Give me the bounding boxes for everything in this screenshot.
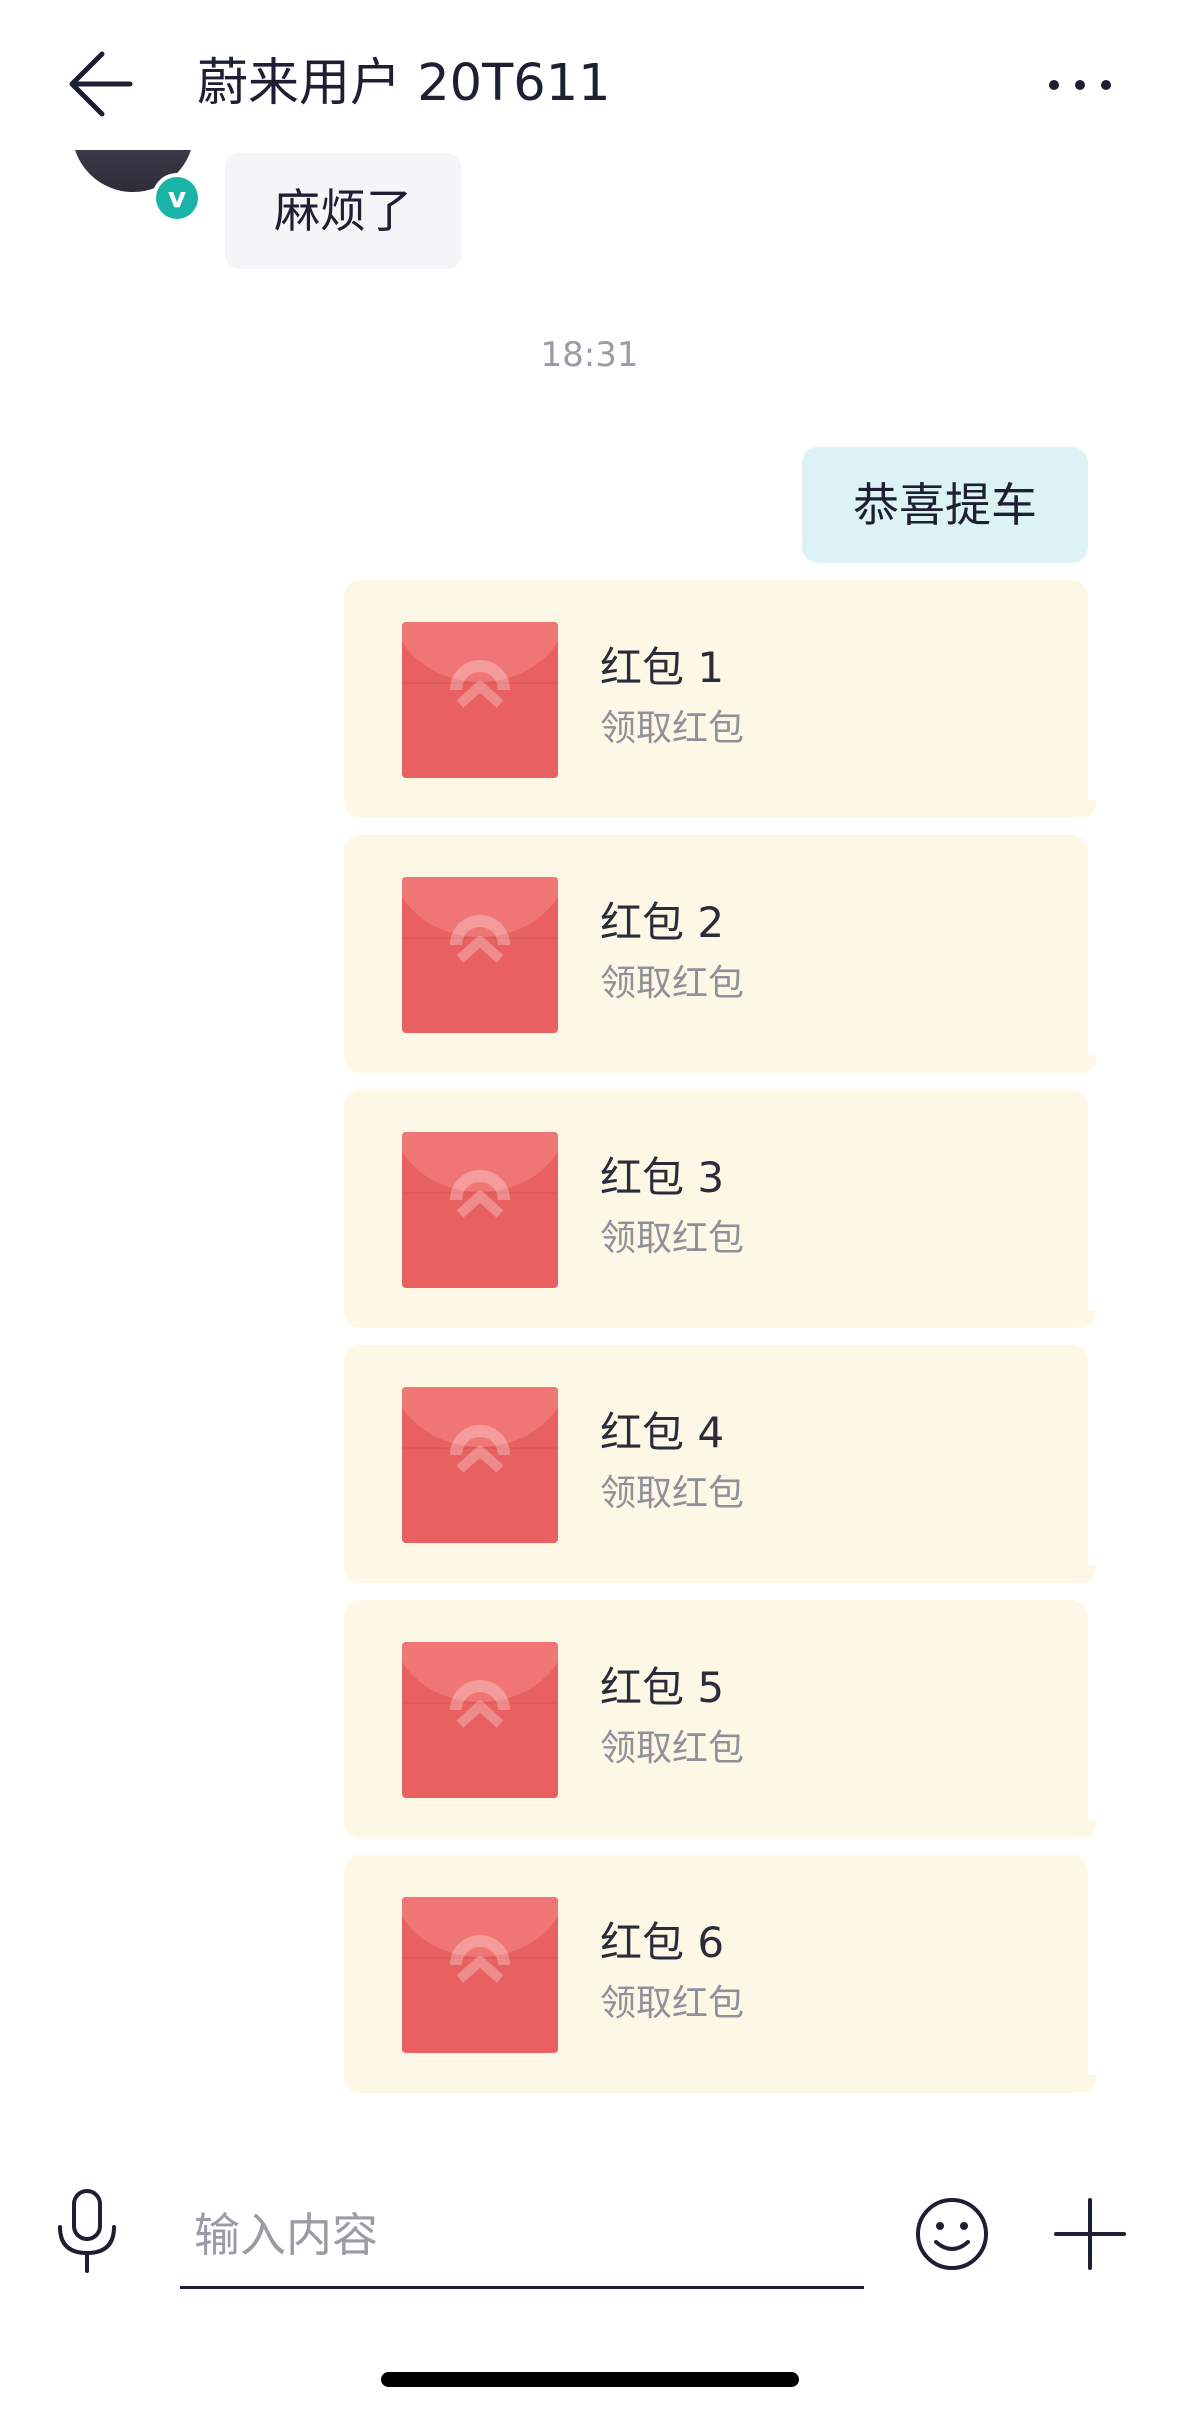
voice-button[interactable]: [52, 2187, 122, 2277]
microphone-icon: [58, 2189, 116, 2273]
red-packet-action: 领取红包: [600, 708, 745, 749]
red-envelope-icon: [402, 1897, 558, 2053]
red-packet-title: 红包 2: [600, 898, 725, 947]
bubble-tail: [1078, 1565, 1096, 1583]
red-packet-card[interactable]: 红包 4 领取红包: [344, 1345, 1096, 1583]
red-packet-card[interactable]: 红包 6 领取红包: [344, 1855, 1096, 2093]
plus-button[interactable]: [1052, 2196, 1128, 2272]
plus-icon: [1054, 2198, 1126, 2270]
bubble-tail: [1078, 1055, 1096, 1073]
home-indicator: [381, 2372, 799, 2387]
red-envelope-icon: [402, 622, 558, 778]
red-packet-action: 领取红包: [600, 1218, 745, 1259]
back-button[interactable]: [60, 40, 150, 130]
message-input-wrapper: [180, 2185, 864, 2291]
red-packet-title: 红包 3: [600, 1153, 725, 1202]
chat-title: 蔚来用户 20T611: [197, 54, 611, 113]
more-dots-icon: [1049, 80, 1111, 90]
more-button[interactable]: [1040, 60, 1120, 110]
red-envelope-icon: [402, 877, 558, 1033]
top-bar: 蔚来用户 20T611: [0, 0, 1179, 150]
input-underline: [180, 2286, 864, 2289]
red-packet-title: 红包 5: [600, 1663, 725, 1712]
red-packet-action: 领取红包: [600, 963, 745, 1004]
emoji-icon: [916, 2198, 988, 2270]
red-packet-title: 红包 6: [600, 1918, 725, 1967]
message-input[interactable]: [180, 2185, 864, 2285]
red-packet-action: 领取红包: [600, 1473, 745, 1514]
red-envelope-icon: [402, 1642, 558, 1798]
red-packet-card[interactable]: 红包 1 领取红包: [344, 580, 1096, 818]
red-packet-card[interactable]: 红包 3 领取红包: [344, 1090, 1096, 1328]
bubble-tail: [1078, 2075, 1096, 2093]
message-timestamp: 18:31: [540, 335, 639, 375]
bubble-tail: [1078, 1310, 1096, 1328]
incoming-message-bubble[interactable]: 麻烦了: [225, 153, 461, 269]
red-packet-title: 红包 4: [600, 1408, 725, 1457]
red-packet-action: 领取红包: [600, 1983, 745, 2024]
back-arrow-icon: [69, 51, 133, 117]
red-packet-action: 领取红包: [600, 1728, 745, 1769]
red-packet-card[interactable]: 红包 5 领取红包: [344, 1600, 1096, 1838]
outgoing-message-bubble[interactable]: 恭喜提车: [802, 447, 1088, 563]
red-packet-card[interactable]: 红包 2 领取红包: [344, 835, 1096, 1073]
emoji-button[interactable]: [914, 2196, 990, 2272]
bubble-tail: [1078, 800, 1096, 818]
red-packet-title: 红包 1: [600, 643, 725, 692]
red-envelope-icon: [402, 1387, 558, 1543]
red-envelope-icon: [402, 1132, 558, 1288]
bubble-tail: [1078, 1820, 1096, 1838]
verified-badge-icon: v: [152, 173, 202, 223]
